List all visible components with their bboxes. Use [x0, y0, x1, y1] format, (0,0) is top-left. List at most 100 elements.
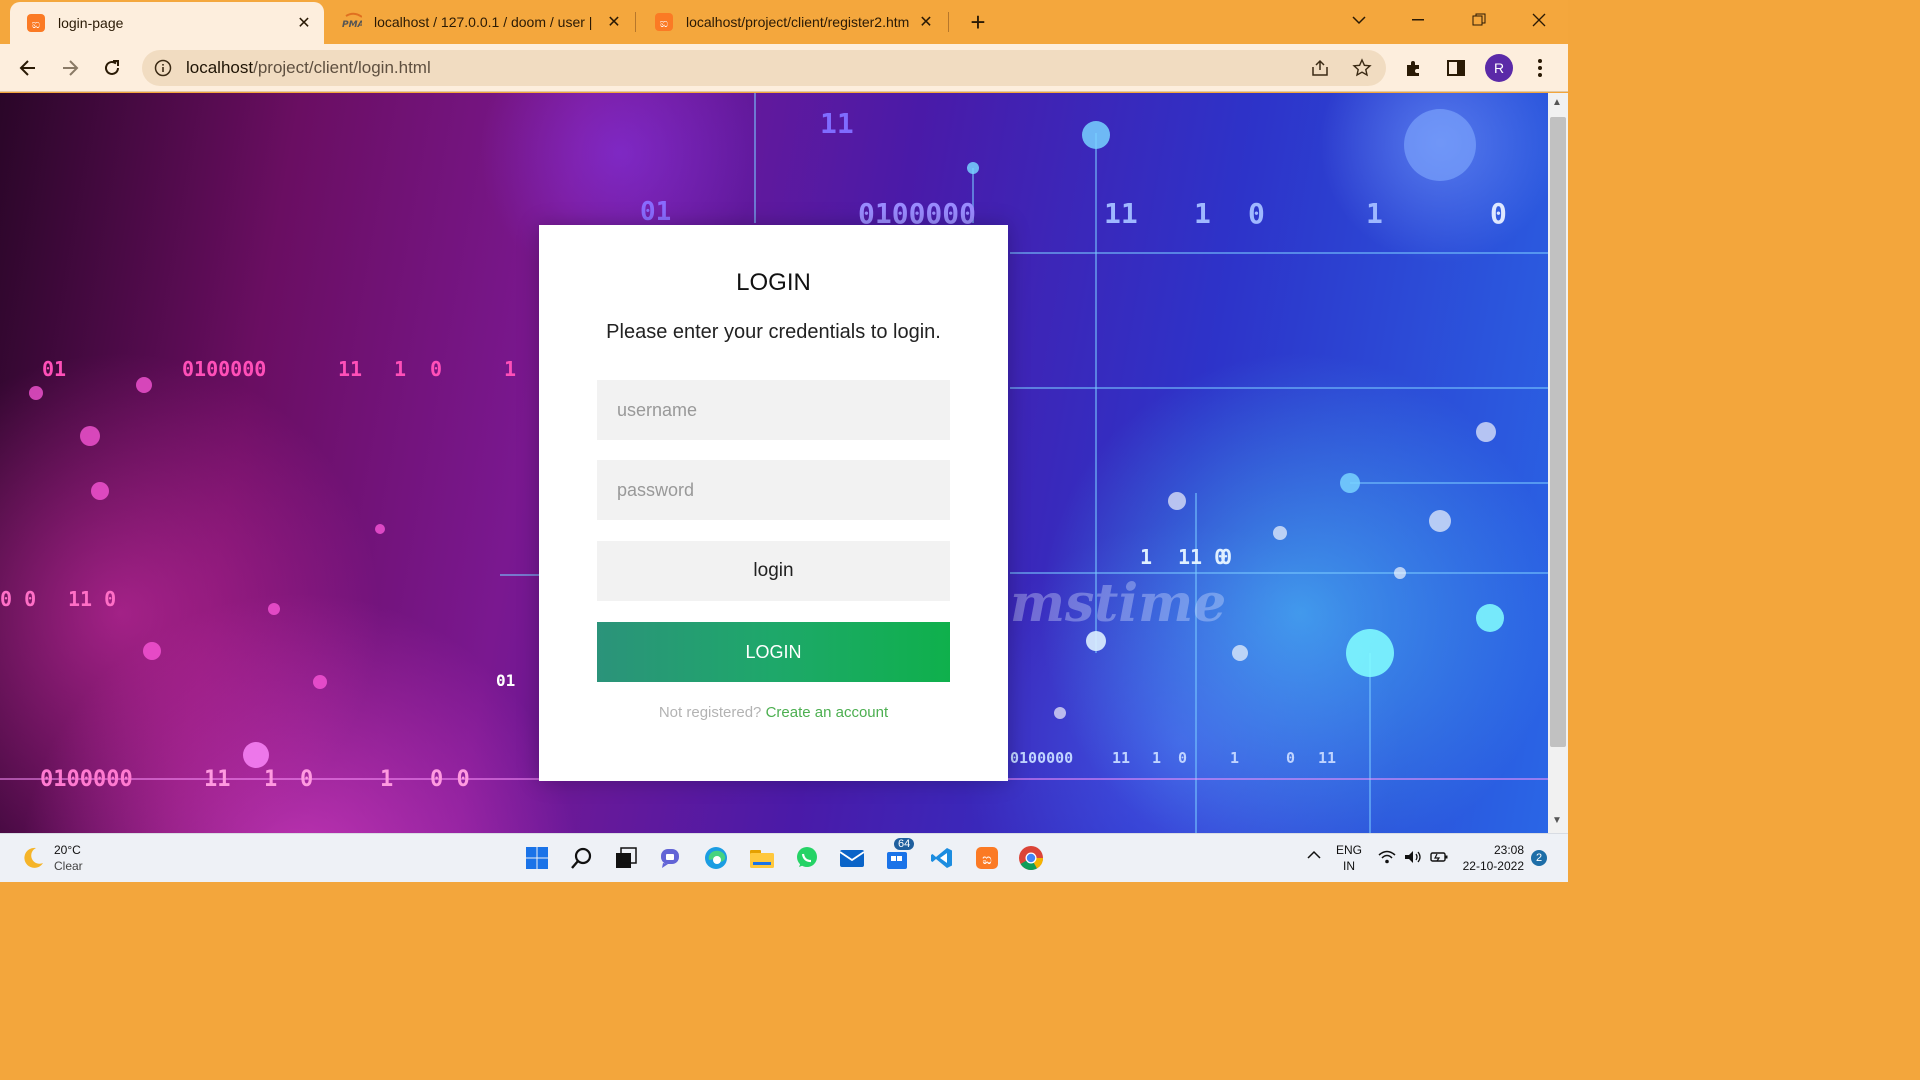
taskbar-search-button[interactable]	[568, 844, 596, 872]
tab-title: login-page	[58, 15, 124, 31]
volume-icon	[1405, 851, 1421, 863]
phpmyadmin-icon: PMA	[342, 12, 362, 32]
chrome-button[interactable]	[1017, 844, 1045, 872]
xampp-button[interactable]: ಐ	[973, 844, 1001, 872]
task-view-button[interactable]	[612, 844, 640, 872]
close-window-button[interactable]	[1516, 0, 1562, 40]
teams-chat-button[interactable]	[657, 844, 685, 872]
battery-icon	[1430, 852, 1448, 862]
tab-separator	[635, 12, 636, 32]
weather-widget[interactable]: 20°C Clear	[20, 842, 83, 874]
password-input[interactable]: password	[597, 460, 950, 520]
moon-icon	[24, 847, 43, 868]
restore-button[interactable]	[1456, 0, 1502, 40]
start-button[interactable]	[523, 844, 551, 872]
binary-text: 1	[504, 357, 517, 381]
binary-text: 11	[1112, 749, 1131, 767]
mail-button[interactable]	[838, 844, 866, 872]
binary-text: 11	[820, 107, 854, 140]
binary-text: 0	[1490, 197, 1507, 230]
binary-text: 0	[1178, 749, 1188, 767]
wifi-icon	[1378, 850, 1396, 864]
binary-text: 0	[1286, 749, 1296, 767]
share-icon[interactable]	[1310, 58, 1330, 78]
clock[interactable]: 23:08 22-10-2022	[1460, 842, 1524, 874]
binary-text: 1	[1194, 197, 1211, 230]
binary-text: 11 0	[1178, 545, 1227, 569]
kebab-menu-icon	[1538, 59, 1542, 77]
side-panel-button[interactable]	[1440, 52, 1472, 84]
url-path: /project/client/login.html	[253, 58, 431, 77]
watermark-text: mstime	[1010, 573, 1227, 634]
minimize-icon	[1412, 19, 1424, 21]
binary-text: 1	[1230, 749, 1240, 767]
url-host: localhost	[186, 58, 254, 77]
notification-badge: 64	[894, 838, 915, 850]
scroll-down-icon[interactable]: ▼	[1552, 815, 1562, 826]
puzzle-icon	[1407, 61, 1419, 76]
tab-strip: ಐ login-page ✕ PMA localhost / 127.0.0.1…	[0, 0, 1568, 44]
binary-text: 11	[1318, 749, 1337, 767]
create-account-link[interactable]: Create an account	[766, 704, 889, 721]
close-tab-icon[interactable]: ✕	[604, 12, 624, 32]
whatsapp-button[interactable]	[793, 844, 821, 872]
back-button[interactable]	[12, 52, 44, 84]
login-subtitle: Please enter your credentials to login.	[606, 321, 941, 343]
weather-temp: 20°C	[54, 843, 81, 857]
close-tab-icon[interactable]: ✕	[916, 12, 936, 32]
reload-button[interactable]	[96, 52, 128, 84]
vscode-button[interactable]	[928, 844, 956, 872]
binary-text: 1	[380, 767, 394, 792]
svg-text:ಐ: ಐ	[660, 16, 668, 31]
reload-icon	[105, 60, 119, 75]
chrome-icon	[1019, 846, 1043, 871]
tab-login-page[interactable]: ಐ login-page ✕	[10, 2, 324, 44]
browser-toolbar: localhost/project/client/login.html R	[0, 44, 1568, 92]
address-bar[interactable]: localhost/project/client/login.html	[142, 50, 1386, 86]
restore-icon	[1472, 13, 1486, 26]
windows-taskbar: 20°C Clear 64 ಐ ENG IN 23:08 22-10-2022 …	[0, 833, 1568, 882]
edge-button[interactable]	[702, 844, 730, 872]
scrollbar-thumb[interactable]	[1550, 117, 1566, 747]
extensions-button[interactable]	[1398, 52, 1430, 84]
tab-search-button[interactable]	[1336, 0, 1382, 40]
binary-text: 0100000	[1010, 749, 1074, 767]
close-icon	[1532, 13, 1546, 27]
binary-text: 01	[496, 671, 516, 690]
binary-text: 1	[1366, 197, 1383, 230]
vscode-icon	[931, 848, 952, 868]
binary-text: 1	[394, 357, 407, 381]
chevron-down-icon	[1352, 16, 1366, 25]
tray-overflow-button[interactable]	[1306, 848, 1322, 864]
new-tab-button[interactable]: +	[964, 7, 992, 37]
page-scrollbar[interactable]: ▲ ▼	[1548, 93, 1568, 833]
close-tab-icon[interactable]: ✕	[294, 13, 314, 33]
store-button[interactable]: 64	[884, 838, 915, 872]
tab-phpmyadmin[interactable]: PMA localhost / 127.0.0.1 / doom / user …	[326, 0, 634, 44]
svg-text:ಐ: ಐ	[32, 17, 40, 32]
forward-button[interactable]	[54, 52, 86, 84]
login-card: LOGIN Please enter your credentials to l…	[539, 225, 1008, 781]
menu-button[interactable]	[1524, 52, 1556, 84]
tab-register2[interactable]: ಐ localhost/project/client/register2.htm…	[638, 0, 946, 44]
binary-text: 01	[42, 357, 67, 381]
bookmark-star-icon[interactable]	[1352, 58, 1372, 78]
windows-start-icon	[526, 847, 548, 869]
file-explorer-button[interactable]	[748, 844, 776, 872]
arrow-left-icon	[19, 60, 35, 76]
minimize-button[interactable]	[1395, 0, 1441, 40]
url-text[interactable]: localhost/project/client/login.html	[186, 58, 431, 78]
page-viewport: 01 0100000 11 1 0 1 0 0 11 0 01 0100000 …	[0, 93, 1548, 833]
language-indicator[interactable]: ENG IN	[1336, 842, 1362, 874]
info-icon[interactable]	[154, 59, 172, 77]
login-button[interactable]: LOGIN	[597, 622, 950, 682]
binary-text: 11	[1104, 197, 1138, 230]
username-input[interactable]: username	[597, 380, 950, 440]
profile-avatar[interactable]: R	[1485, 54, 1513, 82]
system-status-icons[interactable]	[1378, 850, 1448, 864]
folder-icon	[750, 850, 774, 868]
scroll-up-icon[interactable]: ▲	[1552, 97, 1562, 108]
binary-text: 0100000	[182, 357, 267, 381]
login-secondary-button[interactable]: login	[597, 541, 950, 601]
notification-count-badge[interactable]: 2	[1531, 850, 1547, 866]
